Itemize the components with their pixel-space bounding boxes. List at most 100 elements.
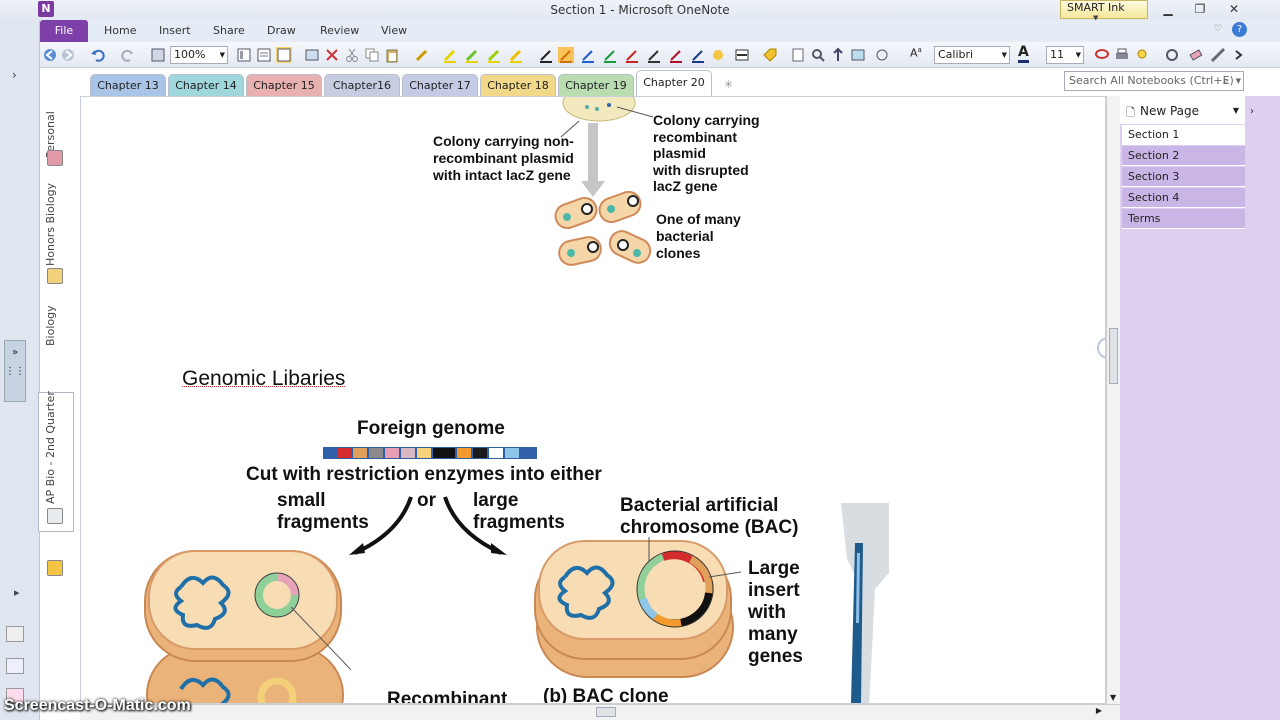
redo-icon[interactable] bbox=[120, 47, 136, 63]
note-page[interactable]: Colony carrying non- recombinant plasmid… bbox=[80, 96, 1106, 704]
chevron-down-icon[interactable]: ▼ bbox=[1233, 106, 1239, 115]
eraser-icon[interactable] bbox=[1188, 47, 1204, 63]
page-item-section-1[interactable]: Section 1 bbox=[1122, 125, 1245, 145]
line-width-icon[interactable] bbox=[734, 47, 750, 63]
pen-green-icon[interactable] bbox=[602, 47, 618, 63]
quick-toolbar: 100% ▼ Aa Calibri ▼ A 11 ▼ bbox=[40, 42, 1280, 68]
label-large-insert: Large insert with many genes bbox=[748, 558, 803, 667]
page-item-section-4[interactable]: Section 4 bbox=[1122, 188, 1245, 208]
minimize-button[interactable]: ▁ bbox=[1158, 2, 1178, 18]
paste-icon[interactable] bbox=[384, 47, 400, 63]
format-painter-icon[interactable] bbox=[414, 47, 430, 63]
tab-view[interactable]: View bbox=[381, 24, 407, 37]
search-notebook-icon[interactable] bbox=[6, 658, 24, 674]
settings-icon[interactable] bbox=[1164, 47, 1180, 63]
close-button[interactable]: ✕ bbox=[1224, 2, 1244, 18]
tab-chapter-18[interactable]: Chapter 18 bbox=[480, 74, 556, 96]
font-color-icon[interactable]: A bbox=[1018, 44, 1029, 63]
tab-chapter-19[interactable]: Chapter 19 bbox=[558, 74, 634, 96]
undo-icon[interactable] bbox=[90, 47, 106, 63]
insert-space-icon[interactable] bbox=[830, 47, 846, 63]
tab-chapter-17[interactable]: Chapter 17 bbox=[402, 74, 478, 96]
tab-chapter-13[interactable]: Chapter 13 bbox=[90, 74, 166, 96]
pen-red-icon[interactable] bbox=[624, 47, 640, 63]
highlighter-yellow-icon[interactable] bbox=[442, 47, 458, 63]
pen-more-icon[interactable] bbox=[710, 47, 726, 63]
ruler-icon[interactable] bbox=[1210, 47, 1226, 63]
expand-navigation-icon[interactable]: › bbox=[12, 68, 17, 82]
pen-dark-icon[interactable] bbox=[646, 47, 662, 63]
pen-navy-icon[interactable] bbox=[690, 47, 706, 63]
back-icon[interactable] bbox=[42, 47, 58, 63]
scroll-down-icon[interactable]: ▼ bbox=[1110, 693, 1116, 702]
notebook-biology[interactable]: Biology bbox=[44, 302, 57, 346]
notebook-settings-icon[interactable] bbox=[6, 626, 24, 642]
page-icon[interactable] bbox=[790, 47, 806, 63]
new-section-icon[interactable]: ✳ bbox=[724, 78, 733, 91]
file-tab[interactable]: File bbox=[40, 20, 88, 42]
copy-icon[interactable] bbox=[364, 47, 380, 63]
new-page-button[interactable]: 🗋 New Page ▼ bbox=[1120, 96, 1245, 124]
collapse-pane-icon[interactable]: › bbox=[1250, 106, 1254, 117]
zoom-box[interactable]: 100% ▼ bbox=[170, 46, 228, 64]
delete-icon[interactable] bbox=[324, 47, 340, 63]
tag-icon[interactable] bbox=[762, 47, 778, 63]
tab-share[interactable]: Share bbox=[213, 24, 245, 37]
font-name-box[interactable]: Calibri ▼ bbox=[934, 46, 1010, 64]
restore-button[interactable]: ❐ bbox=[1190, 2, 1210, 18]
bac-cell bbox=[534, 537, 741, 678]
next-icon[interactable] bbox=[1230, 47, 1246, 63]
scroll-right-icon[interactable]: ▶ bbox=[1096, 706, 1102, 715]
ribbon-collapse-icon[interactable]: ♡ bbox=[1214, 24, 1222, 34]
print-icon[interactable] bbox=[1114, 47, 1130, 63]
scroll-thumb[interactable] bbox=[1109, 328, 1118, 384]
tab-chapter-20[interactable]: Chapter 20 bbox=[636, 70, 712, 96]
smart-ink-button[interactable]: SMART Ink ▼ bbox=[1060, 0, 1148, 22]
notebook-honors-biology[interactable]: Honors Biology bbox=[44, 180, 57, 266]
pen-crimson-icon[interactable] bbox=[668, 47, 684, 63]
tab-insert[interactable]: Insert bbox=[159, 24, 191, 37]
search-notebooks-input[interactable]: Search All Notebooks (Ctrl+E) ⌕ ▼ bbox=[1064, 71, 1244, 91]
expand-arrow-icon[interactable]: ▸ bbox=[14, 586, 20, 599]
forward-icon[interactable] bbox=[60, 47, 76, 63]
tab-review[interactable]: Review bbox=[320, 24, 359, 37]
note-heading[interactable]: Genomic Libaries bbox=[182, 367, 345, 391]
pen-blue-icon[interactable] bbox=[580, 47, 596, 63]
screen-clip-icon[interactable] bbox=[304, 47, 320, 63]
highlighter-green-icon[interactable] bbox=[464, 47, 480, 63]
search-icon: ⌕ bbox=[1222, 74, 1229, 87]
bulb-icon[interactable] bbox=[1134, 47, 1150, 63]
font-style-icon[interactable]: Aa bbox=[910, 46, 922, 60]
highlighter-gold-icon[interactable] bbox=[508, 47, 524, 63]
page-item-section-3[interactable]: Section 3 bbox=[1122, 167, 1245, 187]
page-item-section-2[interactable]: Section 2 bbox=[1122, 146, 1245, 166]
tab-chapter-14[interactable]: Chapter 14 bbox=[168, 74, 244, 96]
font-size-box[interactable]: 11 ▼ bbox=[1046, 46, 1084, 64]
dock-icon[interactable] bbox=[276, 47, 292, 63]
tab-home[interactable]: Home bbox=[104, 24, 136, 37]
notebook-ap-bio[interactable]: AP Bio - 2nd Quarter bbox=[44, 391, 57, 504]
shapes-icon[interactable] bbox=[874, 47, 890, 63]
tab-draw[interactable]: Draw bbox=[267, 24, 296, 37]
highlighter-lime-icon[interactable] bbox=[486, 47, 502, 63]
hscroll-thumb[interactable] bbox=[596, 707, 616, 717]
navigation-pin-handle[interactable]: » ⋮⋮ bbox=[4, 340, 26, 402]
horizontal-scrollbar[interactable]: ▶ bbox=[80, 704, 1120, 720]
page-width-icon[interactable] bbox=[256, 47, 272, 63]
page-layout-icon[interactable] bbox=[236, 47, 252, 63]
pen-orange-icon[interactable] bbox=[558, 47, 574, 63]
tab-chapter-16[interactable]: Chapter16 bbox=[324, 74, 400, 96]
chevron-down-icon: ▼ bbox=[1235, 77, 1241, 85]
zoom-icon[interactable] bbox=[810, 47, 826, 63]
page-expand-handle[interactable] bbox=[1097, 337, 1105, 359]
help-icon[interactable]: ? bbox=[1232, 22, 1247, 37]
page-item-terms[interactable]: Terms bbox=[1122, 209, 1245, 229]
full-page-view-icon[interactable] bbox=[150, 47, 166, 63]
lasso-icon[interactable] bbox=[1094, 47, 1110, 63]
picture-icon[interactable] bbox=[850, 47, 866, 63]
cut-icon[interactable] bbox=[344, 47, 360, 63]
pen-black-icon[interactable] bbox=[538, 47, 554, 63]
chevron-down-icon: ▼ bbox=[1075, 51, 1081, 59]
vertical-scrollbar[interactable]: ▼ bbox=[1106, 96, 1120, 704]
tab-chapter-15[interactable]: Chapter 15 bbox=[246, 74, 322, 96]
